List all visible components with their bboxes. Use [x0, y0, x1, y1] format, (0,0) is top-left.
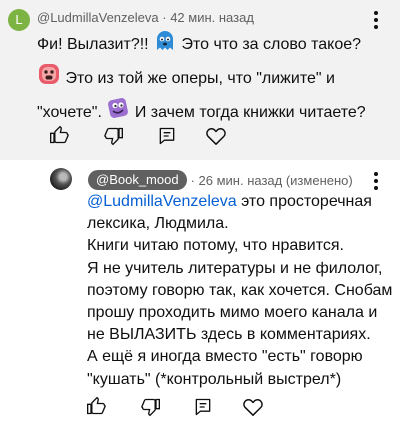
like-icon[interactable] [49, 125, 69, 145]
comment-line: "хочете". И зачем тогда книжки читаете? [37, 96, 366, 130]
avatar[interactable] [50, 168, 72, 190]
dislike-icon[interactable] [141, 397, 161, 417]
comment-line: Я не учитель литературы и не филолог, [87, 259, 383, 277]
comment-text: @LudmillaVenzeleva это просторечная лекс… [87, 191, 392, 391]
text-fragment: Фи! Вылазит?!! [37, 36, 149, 54]
text-fragment: это просторечная [236, 193, 372, 210]
avatar[interactable]: L [8, 9, 30, 31]
comment-line: Фи! Вылазит?!! Это что за слово такое? [37, 28, 366, 62]
comment-line: Это из той же оперы, что "лижите" и [37, 62, 366, 96]
text-fragment: "хочете". [37, 104, 102, 122]
text-fragment: Это из той же оперы, что "лижите" и [65, 70, 335, 88]
comment-line: лексика, Людмила. [87, 215, 229, 233]
dislike-icon[interactable] [104, 126, 124, 146]
comment-line: не ВЫЛАЗИТЬ здесь в комментариях. [87, 326, 371, 344]
monster-emoji-icon [106, 96, 130, 130]
heart-icon[interactable] [242, 397, 264, 417]
meta-separator: · [162, 10, 167, 25]
comment-meta: @Book_mood · 26 мин. назад (изменено) [88, 170, 353, 190]
ghost-emoji-icon [153, 28, 177, 62]
heart-icon[interactable] [205, 126, 227, 146]
timestamp: 42 мин. назад [170, 10, 254, 25]
text-fragment: Это что за слово такое? [181, 36, 362, 54]
comment-line: поэтому говорю так, как хочется. Снобам [87, 281, 393, 299]
more-vert-icon[interactable] [374, 11, 378, 32]
author-name[interactable]: @LudmillaVenzeleva [37, 10, 159, 25]
comment-line: А ещё я иногда вместо "есть" говорю [87, 348, 363, 366]
like-icon[interactable] [86, 396, 106, 416]
comment-line: "кушать" (*контрольный выстрел*) [87, 370, 342, 388]
reply-icon[interactable] [193, 397, 213, 417]
reply-icon[interactable] [157, 126, 177, 146]
comment-text: Фи! Вылазит?!! Это что за слово такое? Э… [37, 28, 366, 130]
timestamp: · 26 мин. назад (изменено) [190, 172, 353, 188]
more-vert-icon[interactable] [374, 172, 378, 193]
mention-link[interactable]: @LudmillaVenzeleva [87, 193, 237, 210]
screaming-face-emoji-icon [37, 62, 61, 96]
comment-line: прошу проходить мимо моего канала и [87, 304, 378, 322]
comment-line: @LudmillaVenzeleva это просторечная [87, 191, 392, 213]
comment-line: Книги читаю потому, что нравится. [87, 237, 344, 255]
author-chip[interactable]: @Book_mood [88, 170, 187, 190]
text-fragment: И зачем тогда книжки читаете? [134, 104, 366, 122]
comment-meta: @LudmillaVenzeleva · 42 мин. назад [37, 10, 254, 25]
